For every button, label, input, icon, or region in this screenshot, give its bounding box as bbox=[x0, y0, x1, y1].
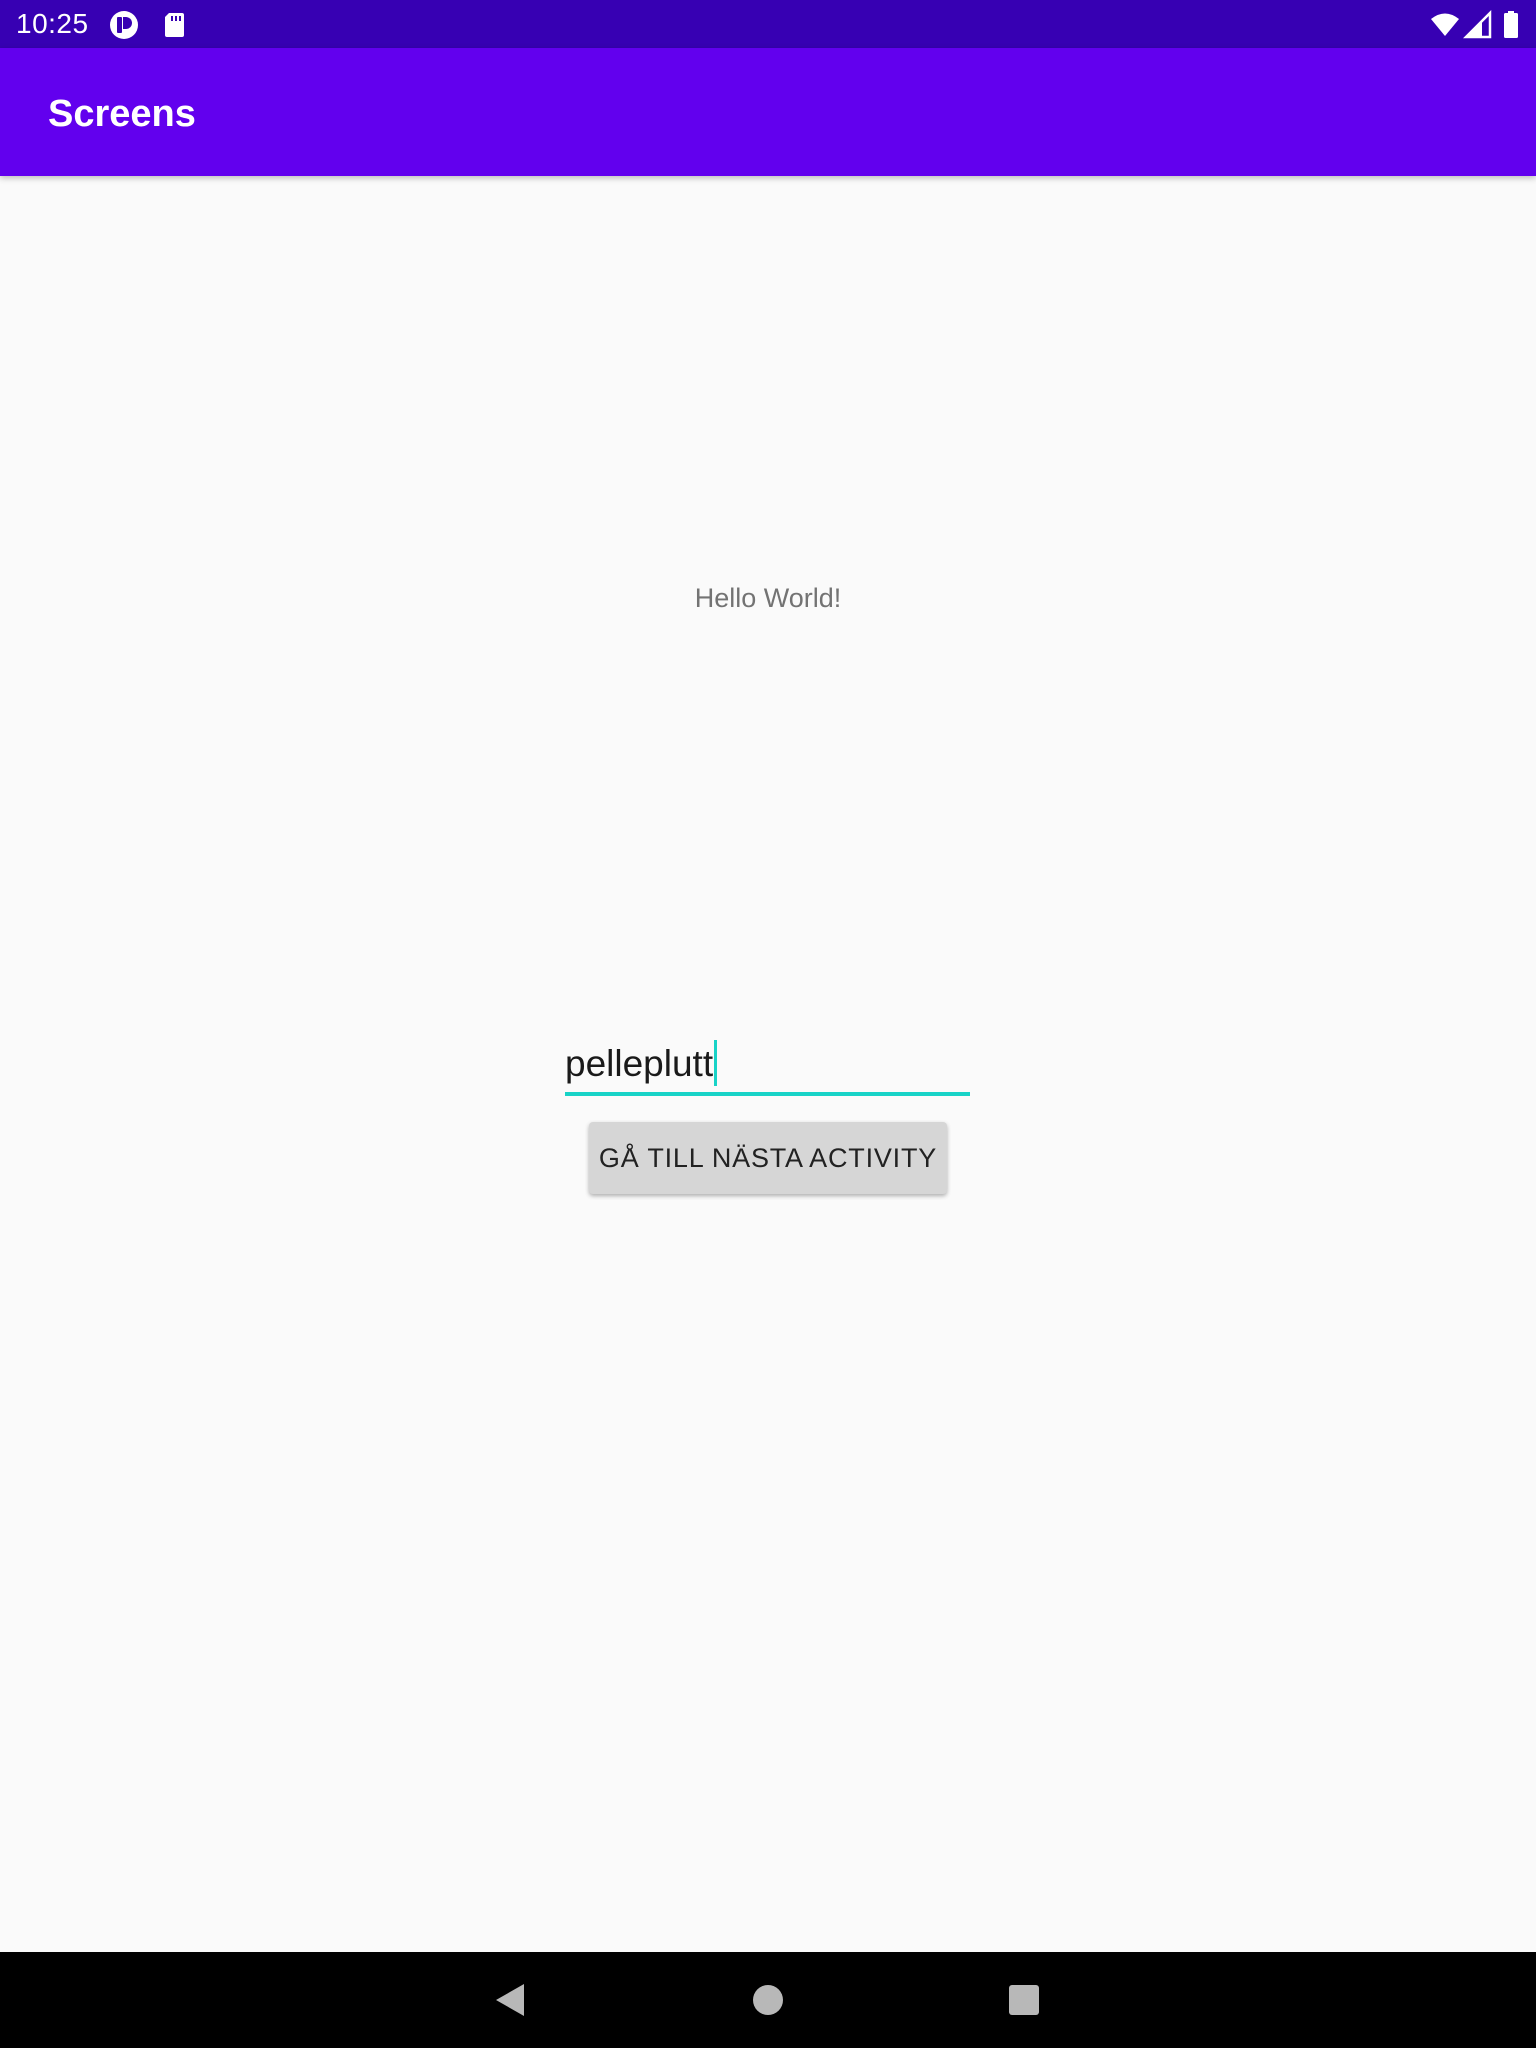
next-activity-button[interactable]: GÅ TILL NÄSTA ACTIVITY bbox=[589, 1122, 947, 1194]
name-input-text: pelleplutt bbox=[565, 1043, 714, 1084]
app-bar: Screens bbox=[0, 48, 1536, 176]
back-icon[interactable] bbox=[490, 1980, 530, 2020]
status-bar: 10:25 bbox=[0, 0, 1536, 48]
text-cursor bbox=[714, 1040, 718, 1086]
status-time: 10:25 bbox=[16, 8, 89, 39]
navigation-bar bbox=[0, 1952, 1536, 2048]
wifi-icon bbox=[1430, 10, 1460, 40]
name-input-field[interactable]: pelleplutt bbox=[565, 1036, 970, 1096]
sd-card-icon bbox=[160, 10, 190, 40]
hello-world-text: Hello World! bbox=[694, 583, 842, 613]
cellular-signal-icon bbox=[1463, 10, 1493, 40]
battery-icon bbox=[1496, 10, 1526, 40]
recents-icon[interactable] bbox=[1004, 1980, 1044, 2020]
home-icon[interactable] bbox=[748, 1980, 788, 2020]
name-input-value[interactable]: pelleplutt bbox=[565, 1040, 718, 1088]
app-title: Screens bbox=[48, 93, 196, 135]
next-activity-button-label: GÅ TILL NÄSTA ACTIVITY bbox=[598, 1142, 938, 1173]
notification-app-icon bbox=[109, 10, 139, 40]
